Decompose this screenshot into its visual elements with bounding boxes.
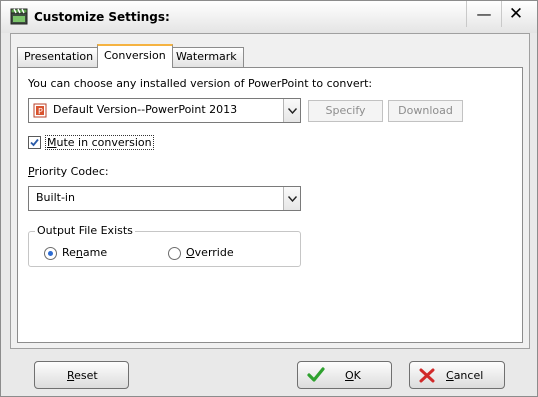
rename-label[interactable]: Rename (62, 246, 107, 259)
specify-button[interactable]: Specify (308, 100, 383, 122)
tab-presentation[interactable]: Presentation (17, 47, 101, 67)
mute-label[interactable]: Mute in conversion (45, 135, 154, 150)
window-title: Customize Settings: (34, 10, 170, 24)
powerpoint-version-value: Default Version--PowerPoint 2013 (53, 103, 238, 116)
ok-label: OK (345, 369, 361, 382)
customize-settings-dialog: Customize Settings: — ✕ Presentation Con… (0, 0, 538, 397)
powerpoint-version-select[interactable]: P Default Version--PowerPoint 2013 (28, 98, 301, 123)
mute-checkbox[interactable] (28, 136, 41, 149)
checkmark-icon (307, 367, 325, 386)
svg-text:P: P (38, 107, 43, 116)
cross-icon (419, 368, 435, 386)
ok-button[interactable]: OK (297, 361, 392, 389)
powerpoint-icon: P (33, 103, 47, 118)
tab-watermark[interactable]: Watermark (169, 47, 244, 67)
radio-selected-dot (48, 251, 53, 256)
tab-conversion[interactable]: Conversion (97, 44, 173, 68)
close-button[interactable]: ✕ (498, 1, 534, 27)
powerpoint-version-prompt: You can choose any installed version of … (28, 77, 373, 90)
reset-button[interactable]: Reset (34, 361, 129, 389)
override-label[interactable]: Override (186, 246, 234, 259)
priority-codec-label: Priority Codec: (28, 165, 109, 178)
checkmark-icon (30, 138, 39, 147)
chevron-down-icon[interactable] (283, 187, 300, 210)
conversion-panel: You can choose any installed version of … (17, 67, 523, 343)
cancel-button[interactable]: Cancel (409, 361, 505, 389)
title-bar[interactable]: Customize Settings: — ✕ (1, 1, 537, 33)
rename-radio[interactable] (44, 247, 57, 260)
minimize-button[interactable]: — (466, 1, 502, 27)
download-button[interactable]: Download (388, 100, 463, 122)
cancel-label: Cancel (446, 369, 484, 382)
reset-label: Reset (67, 369, 98, 382)
priority-codec-select[interactable]: Built-in (28, 186, 301, 211)
priority-codec-value: Built-in (36, 191, 75, 204)
output-file-exists-title: Output File Exists (35, 224, 135, 237)
output-file-exists-group: Output File Exists Rename Override (28, 224, 301, 267)
override-radio[interactable] (168, 247, 181, 260)
chevron-down-icon[interactable] (283, 99, 300, 122)
dialog-body: Presentation Conversion Watermark You ca… (10, 33, 530, 349)
clapperboard-icon (10, 7, 28, 25)
